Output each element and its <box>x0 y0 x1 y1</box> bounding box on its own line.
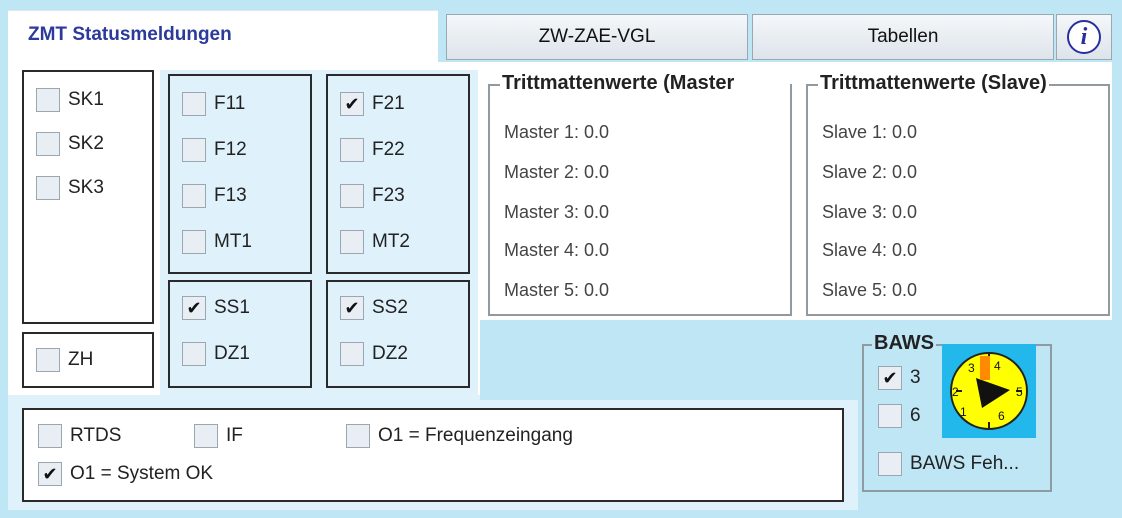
checkbox-label: SK2 <box>68 133 104 154</box>
checkbox-label: DZ1 <box>214 343 250 364</box>
checkbox-label: F22 <box>372 139 405 160</box>
check-icon: ✔ <box>340 296 364 320</box>
f22-checkbox[interactable]: F22 <box>340 138 405 162</box>
checkbox-label: MT1 <box>214 231 252 252</box>
sk2-checkbox[interactable]: SK2 <box>36 132 104 156</box>
checkbox-label: SS2 <box>372 297 408 318</box>
checkbox-label: F13 <box>214 185 247 206</box>
master-value: Master 2: 0.0 <box>504 162 610 182</box>
checkbox-label: F12 <box>214 139 247 160</box>
checkbox-label: O1 = System OK <box>70 463 214 484</box>
master-value: Master 4: 0.0 <box>504 240 610 260</box>
sk1-checkbox[interactable]: SK1 <box>36 88 104 112</box>
checkbox-box <box>194 424 218 448</box>
info-icon: i <box>1067 20 1101 54</box>
checkbox-box <box>878 404 902 428</box>
info-button[interactable]: i <box>1056 14 1112 60</box>
slave-value: Slave 5: 0.0 <box>822 280 918 300</box>
o1-system-ok-checkbox[interactable]: ✔ O1 = System OK <box>38 462 213 486</box>
checkbox-box <box>182 230 206 254</box>
master-value: Master 1: 0.0 <box>504 122 610 142</box>
dial-number: 5 <box>1016 385 1023 399</box>
f23-checkbox[interactable]: F23 <box>340 184 405 208</box>
o1-frequenz-checkbox[interactable]: O1 = Frequenzeingang <box>346 424 573 448</box>
check-icon: ✔ <box>340 92 364 116</box>
master-title: Trittmattenwerte (Master <box>500 72 790 95</box>
checkbox-label: MT2 <box>372 231 410 252</box>
checkbox-box <box>36 88 60 112</box>
dz2-checkbox[interactable]: DZ2 <box>340 342 408 366</box>
baws-title: BAWS <box>872 332 936 355</box>
checkbox-label: F11 <box>214 93 246 114</box>
ss2-checkbox[interactable]: ✔ SS2 <box>340 296 408 320</box>
f21-checkbox[interactable]: ✔ F21 <box>340 92 405 116</box>
checkbox-label: IF <box>226 425 243 446</box>
checkbox-label: DZ2 <box>372 343 408 364</box>
ss1-checkbox[interactable]: ✔ SS1 <box>182 296 250 320</box>
checkbox-label: ZH <box>68 349 94 370</box>
checkbox-box <box>38 424 62 448</box>
gap-area <box>480 320 860 400</box>
master-value: Master 5: 0.0 <box>504 280 610 300</box>
checkbox-box <box>36 176 60 200</box>
checkbox-box <box>340 342 364 366</box>
page-title: ZMT Statusmeldungen <box>28 24 232 45</box>
rtds-checkbox[interactable]: RTDS <box>38 424 121 448</box>
f12-checkbox[interactable]: F12 <box>182 138 247 162</box>
f11-checkbox[interactable]: F11 <box>182 92 245 116</box>
dial-number: 3 <box>968 361 975 375</box>
checkbox-box <box>340 184 364 208</box>
slave-value: Slave 3: 0.0 <box>822 202 918 222</box>
baws-fehler-checkbox[interactable]: BAWS Feh... <box>878 452 1019 476</box>
baws-6-checkbox[interactable]: 6 <box>878 404 921 428</box>
dial-number: 4 <box>994 359 1001 373</box>
slave-title: Trittmattenwerte (Slave) <box>818 72 1049 95</box>
dial-number: 6 <box>998 409 1005 423</box>
checkbox-box <box>182 138 206 162</box>
tabellen-button[interactable]: Tabellen <box>752 14 1054 60</box>
master-value: Master 3: 0.0 <box>504 202 610 222</box>
checkbox-box <box>878 452 902 476</box>
checkbox-label: F23 <box>372 185 405 206</box>
check-icon: ✔ <box>38 462 62 486</box>
checkbox-label: O1 = Frequenzeingang <box>378 425 573 446</box>
check-icon: ✔ <box>878 366 902 390</box>
zh-checkbox[interactable]: ZH <box>36 348 93 372</box>
checkbox-label: SK3 <box>68 177 104 198</box>
checkbox-label: SS1 <box>214 297 250 318</box>
checkbox-box <box>346 424 370 448</box>
checkbox-label: BAWS Feh... <box>910 453 1020 474</box>
if-checkbox[interactable]: IF <box>194 424 243 448</box>
mt1-checkbox[interactable]: MT1 <box>182 230 252 254</box>
checkbox-box <box>182 342 206 366</box>
checkbox-box <box>182 92 206 116</box>
checkbox-box <box>340 230 364 254</box>
checkbox-box <box>36 348 60 372</box>
f13-checkbox[interactable]: F13 <box>182 184 247 208</box>
checkbox-box <box>340 138 364 162</box>
dial-number: 1 <box>960 405 967 419</box>
slave-value: Slave 2: 0.0 <box>822 162 918 182</box>
bottom-group <box>22 408 844 502</box>
checkbox-label: RTDS <box>70 425 122 446</box>
checkbox-label: 3 <box>910 367 921 388</box>
baws-dial-icon: 1 2 3 4 5 6 <box>950 352 1028 430</box>
baws-3-checkbox[interactable]: ✔ 3 <box>878 366 921 390</box>
checkbox-box <box>36 132 60 156</box>
zw-zae-vgl-button[interactable]: ZW-ZAE-VGL <box>446 14 748 60</box>
check-icon: ✔ <box>182 296 206 320</box>
checkbox-label: F21 <box>372 93 405 114</box>
checkbox-label: SK1 <box>68 89 104 110</box>
dial-number: 2 <box>952 385 959 399</box>
sk3-checkbox[interactable]: SK3 <box>36 176 104 200</box>
dz1-checkbox[interactable]: DZ1 <box>182 342 250 366</box>
checkbox-box <box>182 184 206 208</box>
mt2-checkbox[interactable]: MT2 <box>340 230 410 254</box>
dial-orange-marker <box>980 356 990 380</box>
slave-value: Slave 1: 0.0 <box>822 122 918 142</box>
checkbox-label: 6 <box>910 405 921 426</box>
slave-value: Slave 4: 0.0 <box>822 240 918 260</box>
